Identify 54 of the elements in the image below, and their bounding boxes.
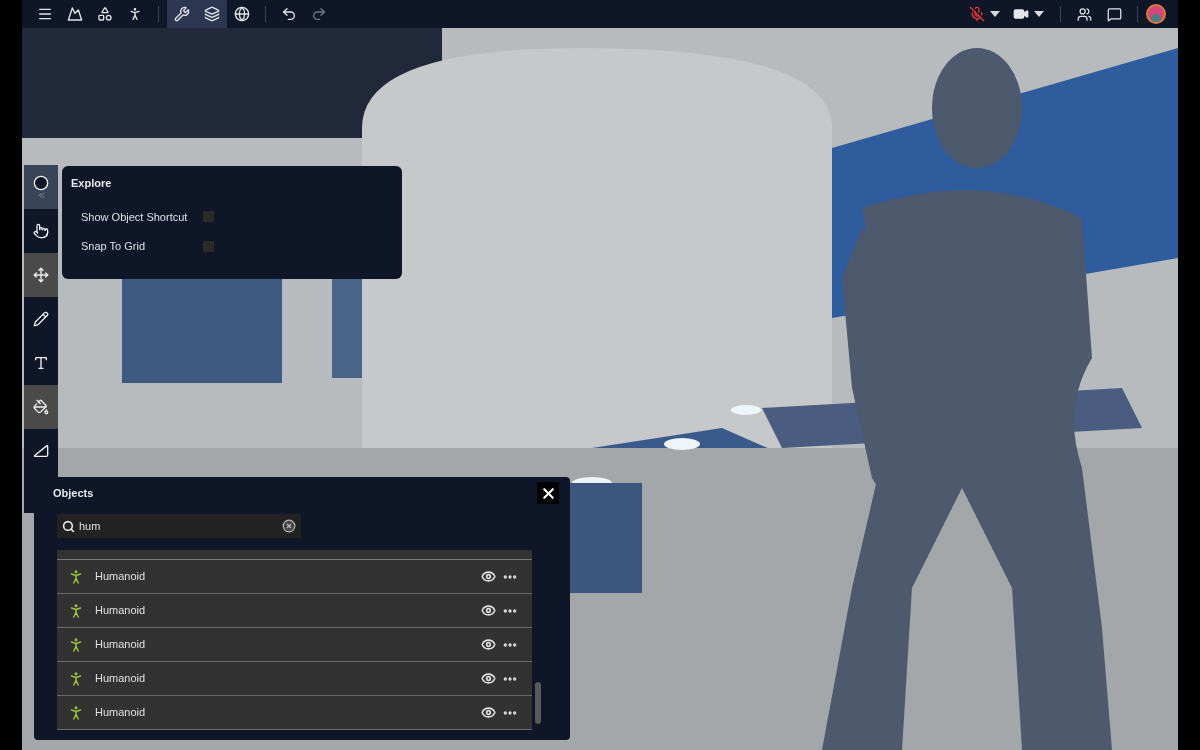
search-field[interactable]: hum	[57, 514, 301, 538]
people-icon	[1076, 6, 1092, 22]
search-icon	[62, 519, 75, 533]
caret-icon[interactable]	[1034, 11, 1044, 17]
video-camera-icon	[1013, 6, 1029, 22]
panel-title: Objects	[53, 485, 94, 501]
eye-icon[interactable]	[481, 705, 496, 720]
cut-off-list-row[interactable]	[57, 550, 532, 560]
object-name: Humanoid	[95, 671, 147, 687]
muted-microphone-icon	[969, 6, 985, 22]
object-name: Humanoid	[95, 705, 147, 721]
search-input[interactable]: hum	[79, 517, 278, 535]
object-row[interactable]: Humanoid	[57, 696, 532, 730]
option-label: Snap To Grid	[81, 239, 146, 254]
walking-person-icon	[127, 6, 143, 22]
option-label: Show Object Shortcut	[81, 209, 189, 225]
clear-icon[interactable]	[282, 519, 296, 533]
tool-button[interactable]	[24, 165, 58, 209]
pencil-icon	[33, 311, 49, 327]
layers-icon	[204, 6, 220, 22]
mountain-icon	[67, 6, 83, 22]
checkbox[interactable]	[203, 240, 214, 252]
redo-icon	[311, 6, 327, 22]
object-row[interactable]: Humanoid	[57, 662, 532, 696]
menu-icon	[37, 6, 53, 22]
pointer-hand-icon	[33, 223, 49, 239]
globe-icon	[234, 6, 250, 22]
tool-button[interactable]	[24, 385, 58, 429]
panel-title: Explore	[71, 176, 113, 191]
move-icon	[33, 267, 49, 283]
object-name: Humanoid	[95, 569, 147, 585]
shapes-icon	[97, 6, 113, 22]
text-icon	[33, 355, 49, 371]
eye-icon[interactable]	[481, 637, 496, 652]
object-row[interactable]: Humanoid	[57, 628, 532, 662]
eye-icon[interactable]	[481, 603, 496, 618]
close-button[interactable]	[537, 482, 559, 504]
checkbox[interactable]	[203, 211, 214, 223]
object-name: Humanoid	[95, 637, 147, 653]
paint-bucket-icon	[33, 399, 49, 415]
object-row[interactable]: Humanoid	[57, 594, 532, 628]
object-name: Humanoid	[95, 603, 147, 619]
object-row[interactable]: Humanoid	[57, 560, 532, 594]
caret-icon[interactable]	[990, 11, 1000, 17]
collapse-icon	[36, 190, 46, 200]
eye-icon[interactable]	[481, 671, 496, 686]
layers-button[interactable]	[197, 0, 227, 28]
tools-button[interactable]	[167, 0, 197, 28]
tools-icon	[174, 6, 190, 22]
scrollbar-thumb[interactable]	[535, 682, 541, 724]
chat-icon	[1106, 6, 1122, 22]
undo-icon	[281, 6, 297, 22]
avatar[interactable]	[1146, 4, 1166, 24]
eye-icon[interactable]	[481, 569, 496, 584]
